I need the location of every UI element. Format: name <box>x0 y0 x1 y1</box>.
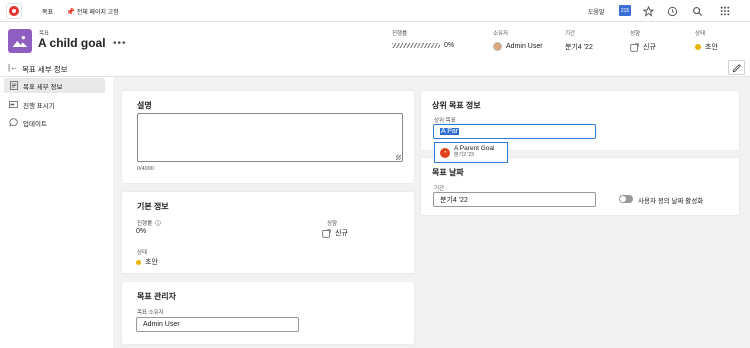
progress-header-value: 0% <box>392 42 454 49</box>
collapse-panel-icon[interactable]: |← <box>8 63 18 72</box>
status-text: 초안 <box>705 44 718 51</box>
sidebar-item-label: 업데이트 <box>23 120 47 128</box>
goal-dates-card: 목표 날짜 기간 분기4 '22 <box>421 158 739 215</box>
owner-header-value[interactable]: Admin User <box>493 42 543 51</box>
custom-dates-toggle[interactable] <box>619 195 633 203</box>
help-link[interactable]: 도움말 <box>588 7 605 16</box>
resize-handle-icon[interactable] <box>396 155 401 160</box>
sidebar: 목표 세부 정보 진행 표시기 업데이트 <box>0 77 113 348</box>
owner-header-label: 소유자 <box>493 31 509 37</box>
status-field-value: 초안 <box>136 257 158 267</box>
parent-goal-suggestion[interactable]: ◔ A Parent Goal 분기2 '23 <box>434 142 508 163</box>
grid-icon[interactable] <box>718 4 732 18</box>
avatar <box>493 42 502 51</box>
goal-dates-title: 목표 날짜 <box>432 168 464 177</box>
parent-goal-input-value: A Par <box>440 128 460 135</box>
sidebar-item-goal-details[interactable]: 목표 세부 정보 <box>4 78 105 93</box>
progress-icon <box>9 100 18 109</box>
pencil-icon <box>732 63 741 72</box>
description-textarea[interactable] <box>137 113 403 162</box>
image-icon <box>12 36 28 47</box>
basic-info-title: 기본 정보 <box>137 202 169 211</box>
status-dot-icon <box>695 44 701 50</box>
period-header-value: 분기4 '22 <box>565 44 593 51</box>
result-field-label: 성향 <box>327 221 338 227</box>
result-field-value: 신규 <box>322 228 348 238</box>
notification-badge[interactable]: 215 <box>619 5 631 16</box>
description-card: 설명 0/4000 <box>122 91 414 183</box>
period-header-label: 기간 <box>565 31 576 37</box>
info-icon[interactable] <box>155 220 161 226</box>
clock-icon[interactable] <box>665 4 679 18</box>
new-status-icon <box>322 228 331 238</box>
character-counter: 0/4000 <box>137 166 154 172</box>
pin-page-button[interactable]: 📌 전체 페이지 고정 <box>66 7 119 17</box>
description-title: 설명 <box>137 101 152 110</box>
edit-button[interactable] <box>728 60 745 75</box>
owner-field[interactable]: Admin User <box>136 317 299 332</box>
nav-goals-link[interactable]: 목표 <box>42 7 53 16</box>
basic-info-card: 기본 정보 진행률 0% 성향 신규 상태 초안 <box>122 192 414 273</box>
owner-name: Admin User <box>506 43 543 50</box>
status-field-label: 상태 <box>137 250 148 256</box>
status-dot-icon <box>136 259 141 265</box>
parent-goal-title: 상위 목표 정보 <box>432 101 481 110</box>
result-header-value: 신규 <box>630 42 656 52</box>
sidebar-item-progress[interactable]: 진행 표시기 <box>4 97 105 112</box>
status-header-value: 초안 <box>695 42 718 52</box>
app-logo[interactable] <box>6 3 22 19</box>
suggestion-text: A Parent Goal 분기2 '23 <box>454 146 494 158</box>
owner-field-label: 목표 소유자 <box>137 310 164 316</box>
details-bar: |← 목표 세부 정보 <box>0 60 750 77</box>
progress-field-label: 진행률 <box>137 219 161 227</box>
sidebar-item-label: 진행 표시기 <box>23 102 55 110</box>
logo-icon <box>9 6 19 16</box>
goal-avatar <box>8 29 32 53</box>
status-text: 초안 <box>145 259 158 266</box>
chat-icon <box>9 118 18 127</box>
result-header-label: 성향 <box>630 31 641 37</box>
status-header-label: 상태 <box>695 31 706 37</box>
goal-manager-card: 목표 관리자 목표 소유자 Admin User <box>122 282 414 344</box>
result-text: 신규 <box>643 44 656 51</box>
goal-icon: ◔ <box>440 147 450 158</box>
progress-header-percent: 0% <box>444 42 455 49</box>
pin-icon: 📌 <box>66 8 75 16</box>
search-icon[interactable] <box>690 4 704 18</box>
suggestion-period: 분기2 '23 <box>454 152 474 159</box>
page-title: A child goal <box>38 36 106 50</box>
parent-goal-input[interactable]: A Par <box>433 124 596 139</box>
progress-header-label: 진행률 <box>392 31 408 37</box>
goal-manager-title: 목표 관리자 <box>137 292 177 301</box>
sidebar-item-label: 목표 세부 정보 <box>23 83 63 91</box>
period-field-label: 기간 <box>434 186 445 192</box>
top-bar: 목표 📌 전체 페이지 고정 도움말 215 <box>0 0 750 22</box>
goal-header: 목표 A child goal ••• 진행률 0% 소유자 Admin Use… <box>0 23 750 59</box>
star-icon[interactable] <box>641 4 655 18</box>
more-options-button[interactable]: ••• <box>113 38 127 49</box>
result-text: 신규 <box>335 230 348 237</box>
pin-page-label: 전체 페이지 고정 <box>76 10 119 16</box>
new-status-icon <box>630 42 639 52</box>
custom-dates-toggle-label: 사용자 정의 날짜 활성화 <box>638 198 704 205</box>
parent-goal-label: 상위 목표 <box>434 118 456 124</box>
progress-label-text: 진행률 <box>137 221 153 227</box>
progress-field-value: 0% <box>136 228 147 235</box>
document-icon <box>9 81 18 90</box>
period-field[interactable]: 분기4 '22 <box>433 192 596 207</box>
section-title: 목표 세부 정보 <box>22 65 68 74</box>
progress-bar <box>392 43 440 48</box>
sidebar-item-updates[interactable]: 업데이트 <box>4 115 105 130</box>
